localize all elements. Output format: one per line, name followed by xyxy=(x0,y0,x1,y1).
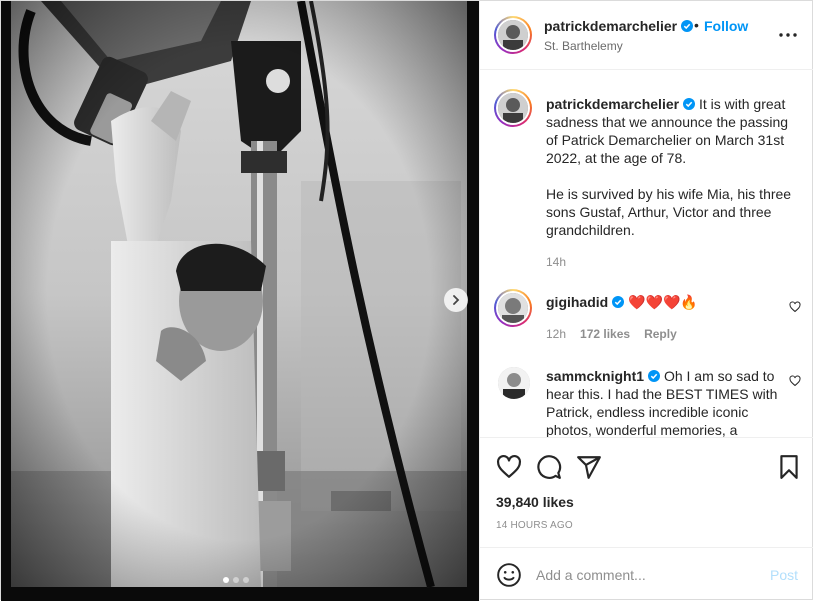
caption-age[interactable]: 14h xyxy=(546,255,566,269)
chevron-right-icon xyxy=(453,295,460,305)
comment-icon[interactable] xyxy=(536,454,562,480)
post-container: patrickdemarchelier • Follow St. Barthel… xyxy=(0,0,813,601)
carousel-next-button[interactable] xyxy=(444,288,468,312)
post-timestamp[interactable]: 14 HOURS AGO xyxy=(496,520,573,531)
post-header: patrickdemarchelier • Follow St. Barthel… xyxy=(480,1,813,70)
avatar-photo xyxy=(498,293,528,323)
likes-count[interactable]: 39,840 likes xyxy=(496,494,574,510)
comment-username[interactable]: gigihadid xyxy=(546,294,608,310)
comments-list[interactable]: patrickdemarchelier It is with great sad… xyxy=(480,71,813,437)
verified-icon xyxy=(612,296,625,308)
post-photo[interactable] xyxy=(1,1,479,601)
comment-avatar[interactable] xyxy=(498,367,530,399)
comment-text: gigihadid ❤️❤️❤️🔥 xyxy=(546,293,796,311)
avatar-photo xyxy=(498,93,528,123)
header-separator: • xyxy=(694,17,699,33)
post-comment-button[interactable]: Post xyxy=(770,567,798,583)
caption-username[interactable]: patrickdemarchelier xyxy=(546,96,679,112)
comment-body: ❤️❤️❤️🔥 xyxy=(628,294,698,310)
post-actions: 39,840 likes 14 HOURS AGO xyxy=(480,437,813,547)
carousel-dots xyxy=(223,577,249,583)
bookmark-icon[interactable] xyxy=(776,454,802,480)
comment-username[interactable]: sammcknight1 xyxy=(546,368,644,384)
post-side-panel: patrickdemarchelier • Follow St. Barthel… xyxy=(479,1,813,601)
carousel-dot xyxy=(223,577,229,583)
verified-icon xyxy=(681,20,694,32)
comment-text: sammcknight1 Oh I am so sad to hear this… xyxy=(546,367,796,437)
caption-paragraph-2: He is survived by his wife Mia, his thre… xyxy=(546,186,792,238)
avatar-photo xyxy=(498,20,528,50)
like-heart-icon[interactable] xyxy=(496,454,522,480)
verified-icon xyxy=(683,98,696,110)
comment-meta: 12h 172 likes Reply xyxy=(546,327,677,341)
author-username[interactable]: patrickdemarchelier xyxy=(544,18,694,34)
author-avatar[interactable] xyxy=(494,16,532,54)
comment-input[interactable] xyxy=(536,562,756,588)
heart-icon[interactable] xyxy=(789,301,801,313)
more-icon[interactable] xyxy=(778,25,798,45)
add-comment-bar: Post xyxy=(480,547,813,601)
carousel-dot xyxy=(243,577,249,583)
comment-avatar[interactable] xyxy=(494,289,532,327)
share-icon[interactable] xyxy=(576,454,602,480)
caption-text: patrickdemarchelier It is with great sad… xyxy=(546,95,796,239)
caption-avatar[interactable] xyxy=(494,89,532,127)
carousel-dot xyxy=(233,577,239,583)
verified-icon xyxy=(648,370,661,382)
avatar-photo xyxy=(498,367,530,399)
heart-icon[interactable] xyxy=(789,375,801,387)
emoji-icon[interactable] xyxy=(496,562,522,588)
comment-age[interactable]: 12h xyxy=(546,327,566,341)
post-location[interactable]: St. Barthelemy xyxy=(544,39,623,53)
follow-button[interactable]: Follow xyxy=(704,18,748,34)
photo-image xyxy=(1,1,479,601)
comment-likes[interactable]: 172 likes xyxy=(580,327,630,341)
reply-button[interactable]: Reply xyxy=(644,327,677,341)
